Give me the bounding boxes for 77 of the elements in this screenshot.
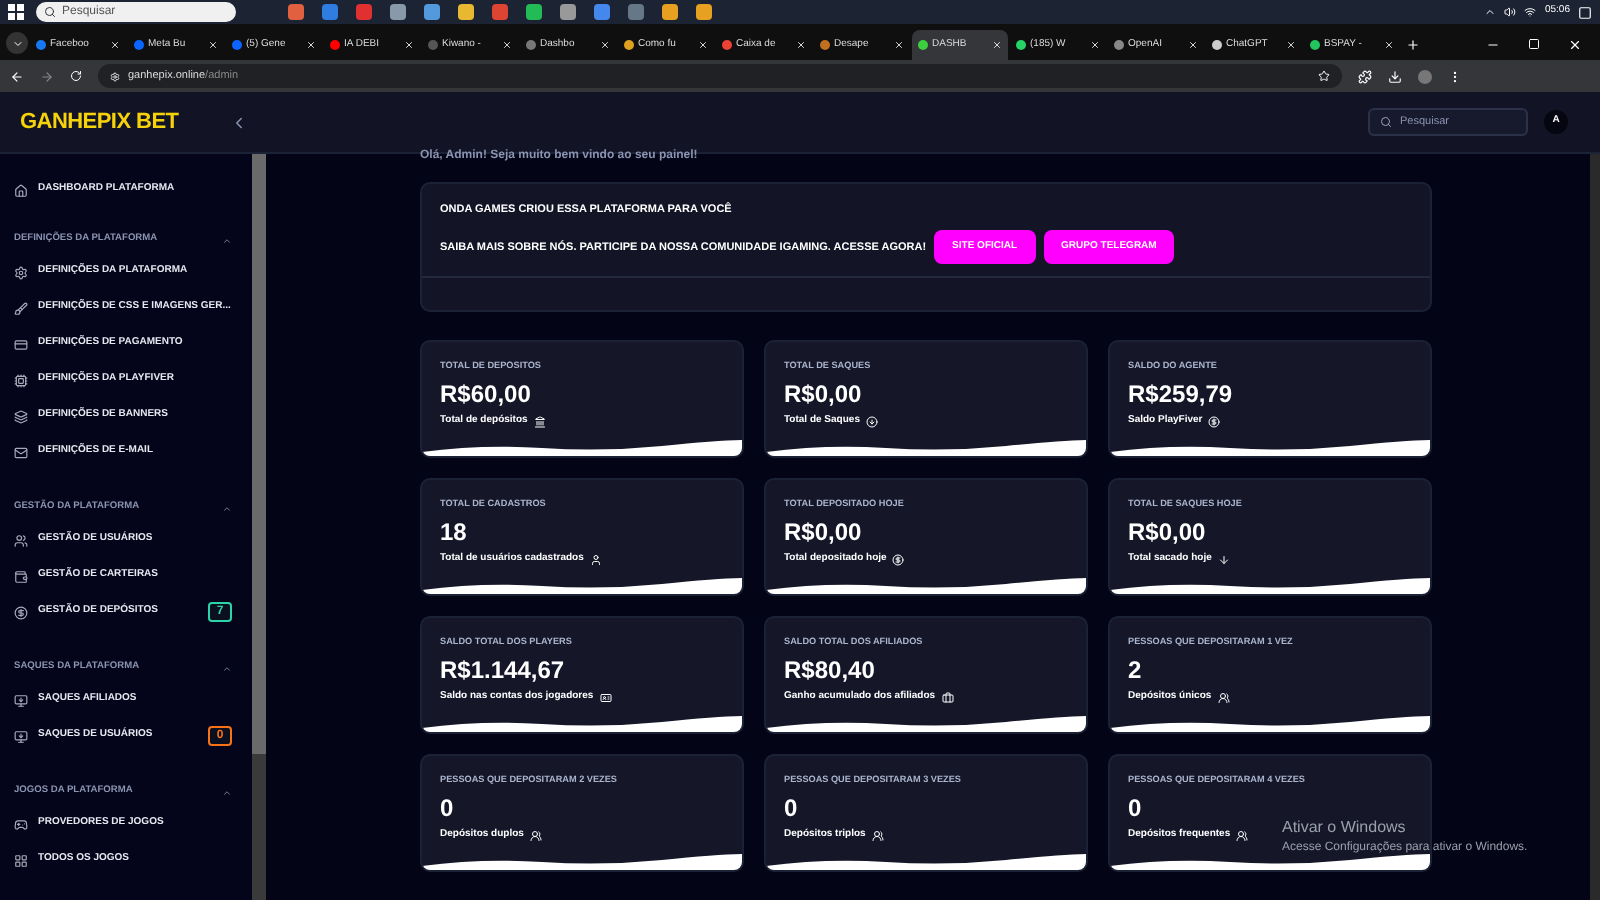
dollar-icon (1208, 415, 1221, 428)
stat-value: 18 (440, 517, 469, 546)
users-icon (871, 829, 884, 842)
taskbar-app-icon[interactable] (288, 4, 304, 20)
taskbar-app-icon[interactable] (322, 4, 338, 20)
wallet-icon (14, 569, 28, 583)
new-tab-icon[interactable] (1406, 38, 1420, 52)
taskbar-app-icon[interactable] (458, 4, 474, 20)
download-icon[interactable] (1388, 69, 1402, 83)
users-icon (529, 829, 542, 842)
page-scrollbar[interactable] (1590, 154, 1600, 900)
stat-value: R$0,00 (784, 379, 864, 408)
search-icon (44, 6, 56, 18)
card-icon (14, 337, 28, 351)
menu-icon[interactable] (1448, 69, 1462, 83)
id-card-icon (599, 691, 612, 704)
user-icon (589, 553, 602, 566)
speaker-icon[interactable] (1504, 6, 1517, 18)
gamepad-icon (14, 817, 28, 831)
bookmark-star-icon[interactable] (1318, 70, 1330, 82)
tab-search-button[interactable] (6, 32, 28, 54)
taskbar-app-icon[interactable] (560, 4, 576, 20)
taskbar-app-icon[interactable] (526, 4, 542, 20)
taskbar-app-icon[interactable] (492, 4, 508, 20)
stat-value: R$80,40 (784, 655, 877, 684)
grid-icon (14, 853, 28, 867)
taskbar-app-icon[interactable] (628, 4, 644, 20)
brush-icon (14, 301, 28, 315)
notification-icon[interactable] (1578, 5, 1592, 19)
stat-value: 2 (1128, 655, 1144, 684)
bank-icon (533, 415, 546, 428)
windows-icon[interactable] (8, 4, 24, 20)
home-icon (14, 183, 28, 197)
taskbar-app-icon[interactable] (696, 4, 712, 20)
back-icon[interactable] (10, 69, 24, 83)
search-icon (1380, 116, 1392, 128)
stat-value: R$259,79 (1128, 379, 1235, 408)
monitor-icon (14, 693, 28, 707)
stat-value: 0 (1128, 793, 1144, 822)
minimize-icon[interactable] (1486, 38, 1500, 52)
users-icon (1217, 691, 1230, 704)
briefcase-icon (941, 691, 954, 704)
network-icon[interactable] (1524, 6, 1537, 18)
forward-icon[interactable] (40, 69, 54, 83)
stat-value: 0 (784, 793, 800, 822)
profile-avatar[interactable] (1418, 69, 1432, 83)
stat-value: R$0,00 (1128, 517, 1208, 546)
chevron-down-icon (11, 37, 23, 49)
stat-value: 0 (440, 793, 456, 822)
site-info-icon (110, 71, 120, 81)
arrow-circle-icon (865, 415, 878, 428)
close-icon[interactable] (1568, 38, 1582, 52)
layers-icon (14, 409, 28, 423)
stat-value: R$1.144,67 (440, 655, 567, 684)
dollar-icon (892, 553, 905, 566)
taskbar-app-icon[interactable] (356, 4, 372, 20)
chip-icon (14, 373, 28, 387)
taskbar-app-icon[interactable] (662, 4, 678, 20)
collapse-sidebar-icon[interactable] (230, 113, 248, 131)
reload-icon[interactable] (70, 70, 82, 82)
taskbar-app-icon[interactable] (594, 4, 610, 20)
monitor-icon (14, 729, 28, 743)
brand-logo: GANHEPIX BET (20, 107, 181, 138)
users-icon (14, 533, 28, 547)
extensions-icon[interactable] (1358, 69, 1372, 83)
taskbar-app-icon[interactable] (390, 4, 406, 20)
sidebar-scrollbar[interactable] (252, 154, 266, 900)
arrow-down-icon (1217, 553, 1230, 566)
mail-icon (14, 445, 28, 459)
gear-icon (14, 265, 28, 279)
stat-value: R$60,00 (440, 379, 533, 408)
stat-value: R$0,00 (784, 517, 864, 546)
taskbar-app-icon[interactable] (424, 4, 440, 20)
dollar-icon (14, 605, 28, 619)
maximize-icon[interactable] (1528, 38, 1540, 50)
users-icon (1236, 829, 1249, 842)
chevron-icon[interactable] (1484, 6, 1497, 18)
